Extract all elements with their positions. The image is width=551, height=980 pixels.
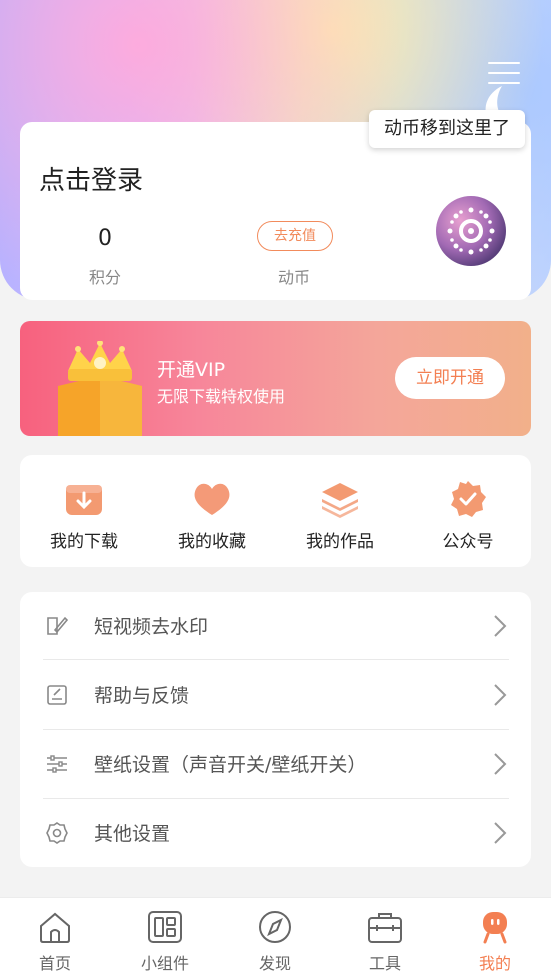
- vip-subtitle: 无限下载特权使用: [157, 387, 286, 406]
- chevron-right-icon: [494, 684, 507, 706]
- feedback-icon: [47, 685, 67, 705]
- shortcut-downloads[interactable]: 我的下载: [20, 455, 148, 567]
- tab-me[interactable]: 我的: [440, 898, 550, 980]
- chevron-right-icon: [494, 615, 507, 637]
- crown-icon: [58, 341, 142, 436]
- heart-icon: [194, 483, 230, 515]
- recharge-button[interactable]: 去充值: [257, 221, 333, 251]
- tab-widgets[interactable]: 小组件: [110, 898, 220, 980]
- shortcut-label: 我的收藏: [178, 532, 246, 552]
- tooltip-coins-moved: 动币移到这里了: [369, 110, 525, 148]
- tab-label: 工具: [368, 954, 401, 973]
- home-icon: [40, 912, 70, 943]
- widget-icon: [148, 911, 182, 943]
- vip-title: 开通VIP: [157, 359, 226, 381]
- avatar-ring-icon: [447, 207, 495, 255]
- points-value: 0: [98, 226, 112, 251]
- shortcut-label: 公众号: [442, 532, 494, 552]
- tab-label: 我的: [478, 954, 511, 973]
- vip-banner[interactable]: 开通VIP 无限下载特权使用 立即开通: [20, 321, 531, 436]
- menu-item-label: 壁纸设置（声音开关/壁纸开关）: [94, 754, 367, 776]
- divider: [43, 659, 509, 660]
- tab-label: 发现: [258, 954, 291, 973]
- layers-icon: [322, 483, 358, 518]
- points-label: 积分: [88, 268, 121, 287]
- menu-item-label: 短视频去水印: [94, 616, 209, 638]
- tab-home[interactable]: 首页: [0, 898, 110, 980]
- chevron-right-icon: [494, 753, 507, 775]
- login-prompt[interactable]: 点击登录: [39, 160, 143, 197]
- sliders-icon: [47, 755, 67, 773]
- erase-watermark-icon: [47, 616, 69, 635]
- shortcut-works[interactable]: 我的作品: [276, 455, 404, 567]
- shortcut-favorites[interactable]: 我的收藏: [148, 455, 276, 567]
- profile-card: 点击登录 0 积分 去充值 动币: [20, 122, 531, 300]
- toolbox-icon: [368, 913, 402, 943]
- shortcut-official-account[interactable]: 公众号: [404, 455, 532, 567]
- shortcut-label: 我的下载: [50, 532, 118, 552]
- menu-item-label: 帮助与反馈: [94, 685, 190, 707]
- download-icon: [66, 485, 102, 515]
- hamburger-icon[interactable]: [488, 58, 522, 88]
- tab-label: 小组件: [140, 954, 189, 973]
- menu-item-help-feedback[interactable]: 帮助与反馈: [20, 661, 531, 729]
- menu-item-other-settings[interactable]: 其他设置: [20, 799, 531, 867]
- coins-label: 动币: [277, 268, 310, 287]
- vip-open-button[interactable]: 立即开通: [395, 357, 505, 399]
- shortcuts-card: 我的下载 我的收藏 我的作品 公众号: [20, 455, 531, 567]
- badge-check-icon: [451, 481, 486, 517]
- compass-icon: [259, 911, 291, 943]
- avatar[interactable]: [436, 196, 506, 266]
- profile-mascot-icon: [483, 912, 507, 944]
- tab-discover[interactable]: 发现: [220, 898, 330, 980]
- shortcut-label: 我的作品: [306, 532, 374, 552]
- menu-item-remove-watermark[interactable]: 短视频去水印: [20, 592, 531, 660]
- tab-label: 首页: [38, 954, 71, 973]
- menu-item-wallpaper-settings[interactable]: 壁纸设置（声音开关/壁纸开关）: [20, 730, 531, 798]
- menu-item-label: 其他设置: [94, 823, 171, 845]
- settings-menu: 短视频去水印 帮助与反馈 壁纸设置（声音开关/壁纸开关） 其他设置: [20, 592, 531, 867]
- chevron-right-icon: [494, 822, 507, 844]
- bottom-tab-bar: 首页 小组件 发现 工具 我的: [0, 897, 551, 980]
- gear-icon: [46, 822, 68, 844]
- tab-tools[interactable]: 工具: [330, 898, 440, 980]
